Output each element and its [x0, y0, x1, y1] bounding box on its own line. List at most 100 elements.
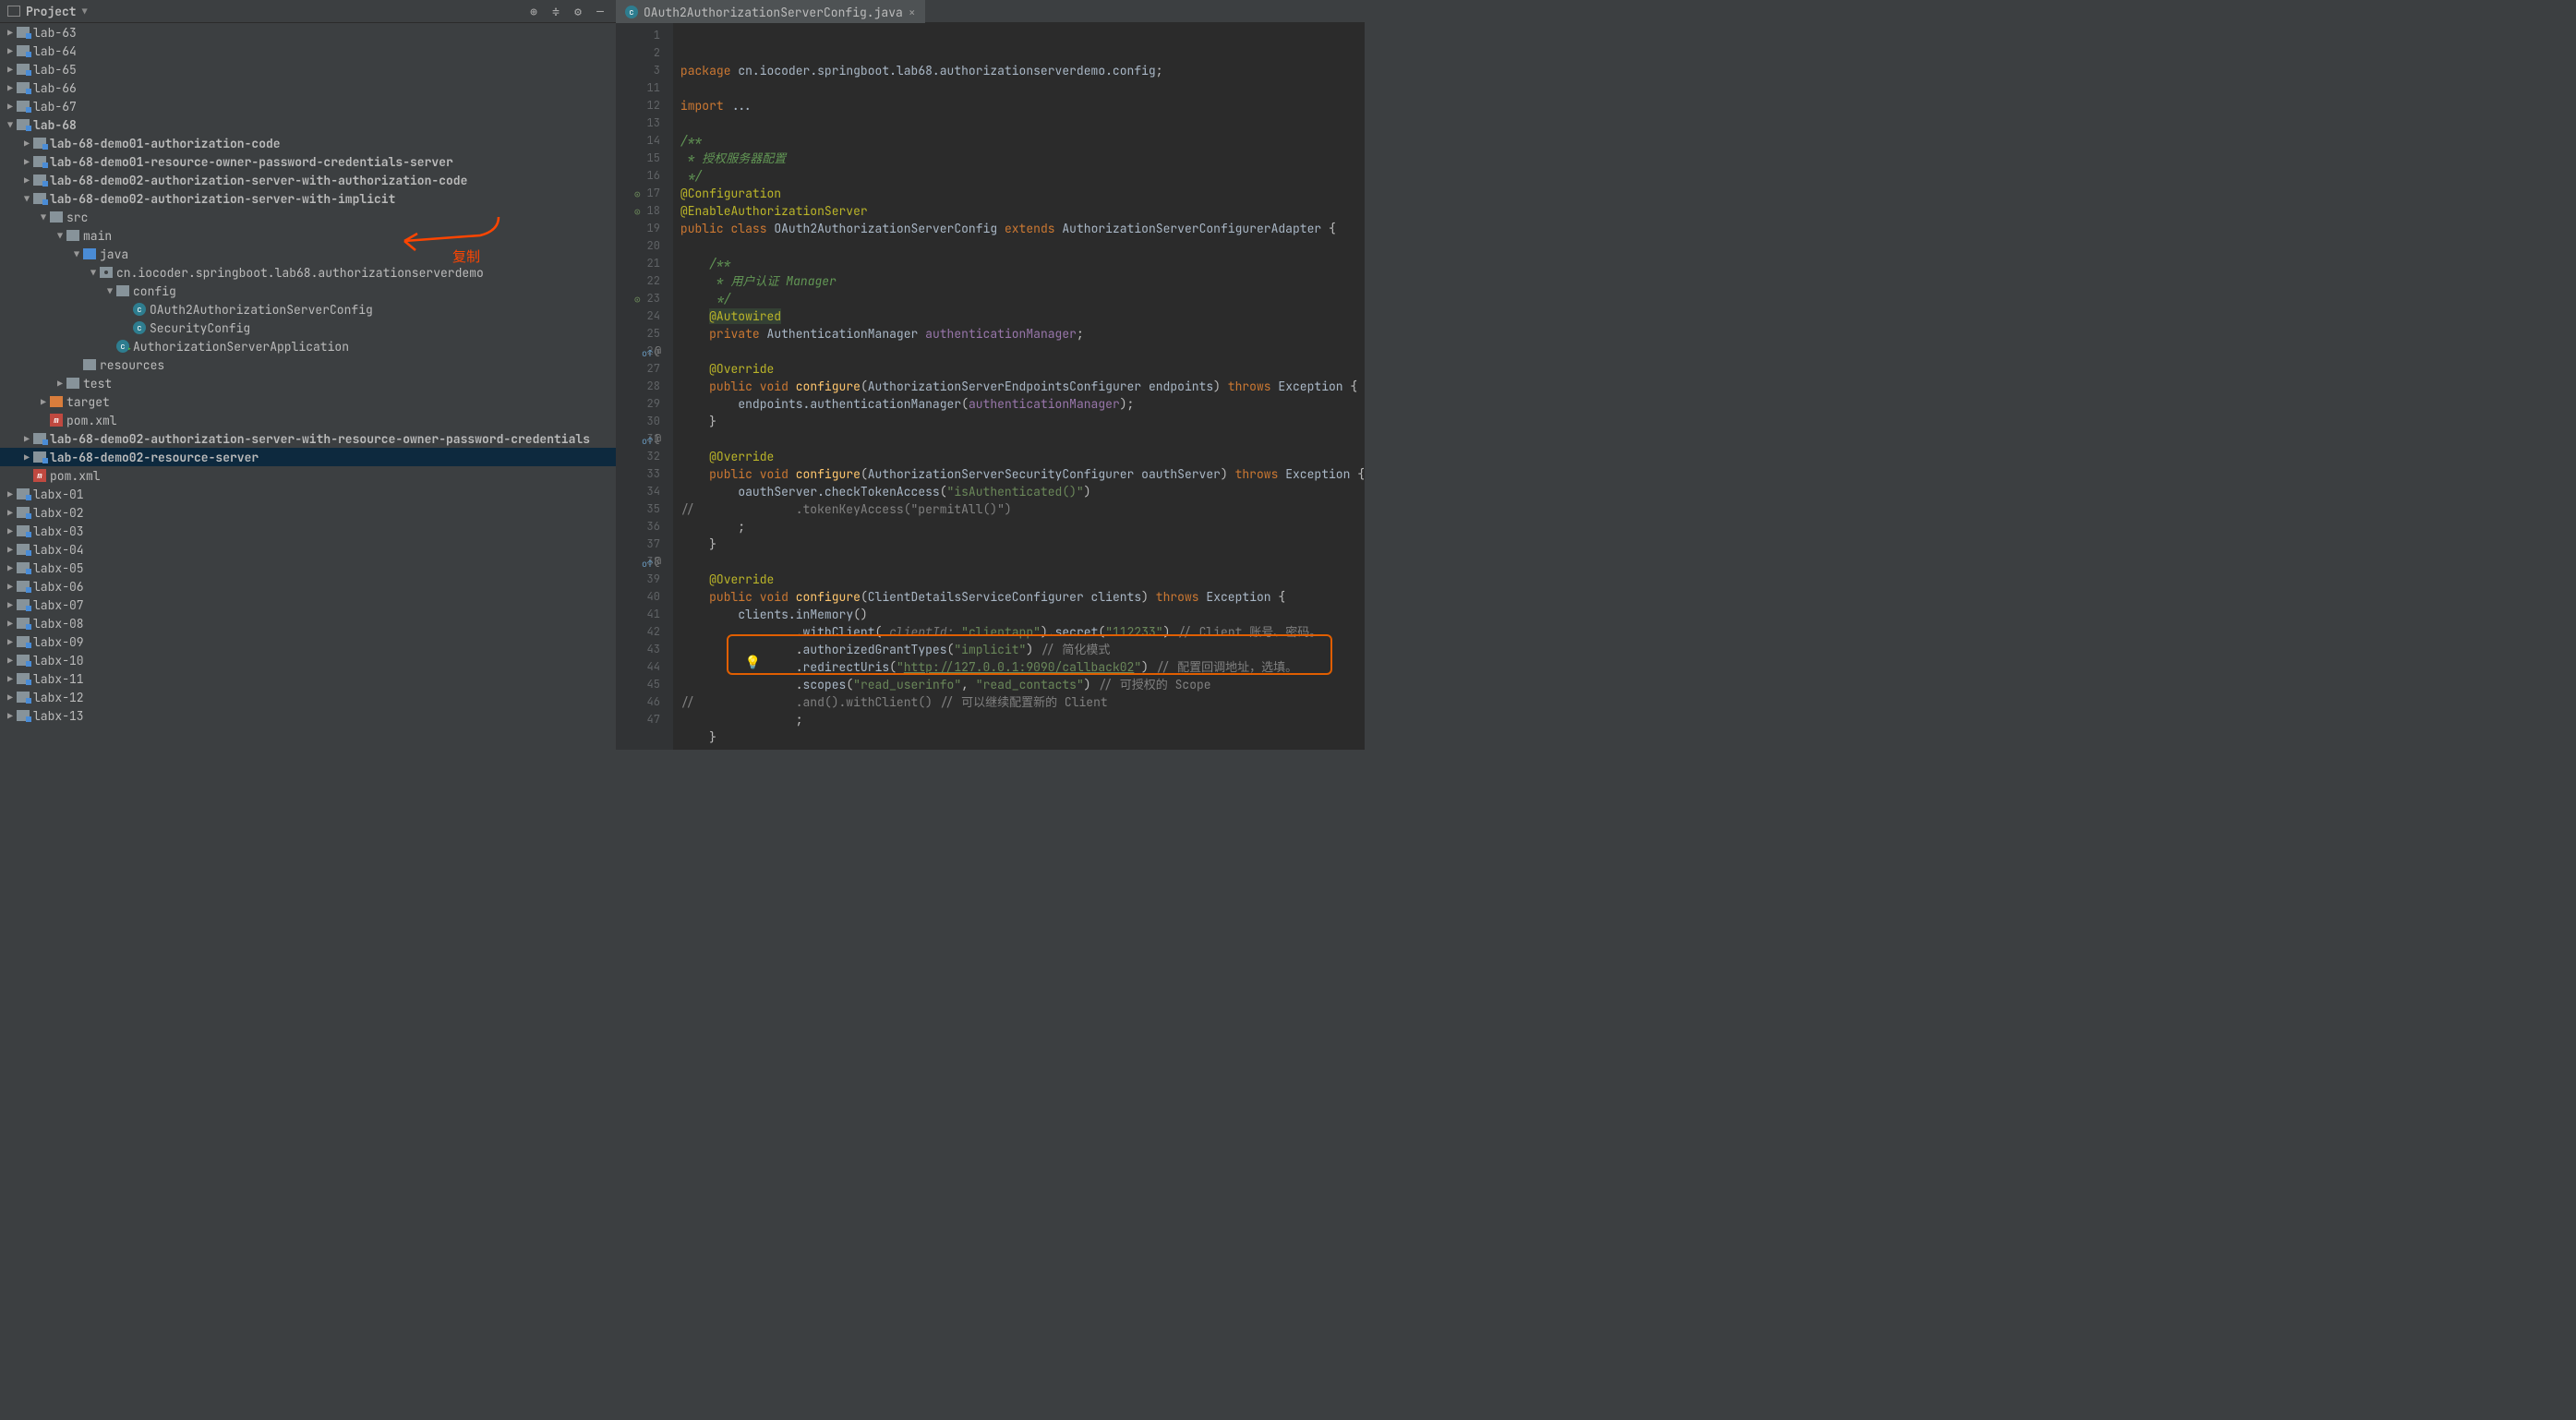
- tree-item[interactable]: ▶lab-65: [0, 60, 616, 78]
- line-number[interactable]: 41: [616, 606, 660, 623]
- code-line[interactable]: }: [680, 413, 1365, 430]
- chevron-right-icon[interactable]: ▶: [4, 101, 17, 113]
- line-number[interactable]: 2: [616, 44, 660, 62]
- code-line[interactable]: package cn.iocoder.springboot.lab68.auth…: [680, 62, 1365, 79]
- chevron-right-icon[interactable]: ▶: [4, 82, 17, 94]
- line-number[interactable]: 30: [616, 413, 660, 430]
- chevron-down-icon[interactable]: ▼: [37, 211, 50, 223]
- chevron-right-icon[interactable]: ▶: [4, 64, 17, 76]
- code-line[interactable]: clients.inMemory(): [680, 606, 1365, 623]
- tree-item[interactable]: ▶labx-04: [0, 540, 616, 559]
- tree-item[interactable]: mpom.xml: [0, 411, 616, 429]
- line-number[interactable]: 13: [616, 114, 660, 132]
- code-line[interactable]: /**: [680, 255, 1365, 272]
- chevron-right-icon[interactable]: ▶: [20, 433, 33, 445]
- chevron-right-icon[interactable]: ▶: [4, 618, 17, 630]
- chevron-right-icon[interactable]: ▶: [4, 525, 17, 537]
- chevron-right-icon[interactable]: ▶: [4, 488, 17, 500]
- hide-icon[interactable]: —: [592, 3, 608, 19]
- chevron-right-icon[interactable]: ▶: [4, 710, 17, 722]
- line-number[interactable]: 27: [616, 360, 660, 378]
- chevron-right-icon[interactable]: ▶: [4, 636, 17, 648]
- tree-item[interactable]: ▶labx-05: [0, 559, 616, 577]
- line-number[interactable]: 21: [616, 255, 660, 272]
- code-editor[interactable]: 12311121314151617⊙18⊙1920212223⊙242526o↑…: [616, 23, 1365, 750]
- tree-item[interactable]: ▶labx-10: [0, 651, 616, 669]
- intention-bulb-icon[interactable]: 💡: [745, 655, 761, 672]
- line-number[interactable]: 22: [616, 272, 660, 290]
- tree-item[interactable]: ▼lab-68: [0, 115, 616, 134]
- line-number[interactable]: 28: [616, 378, 660, 395]
- line-number[interactable]: 19: [616, 220, 660, 237]
- chevron-right-icon[interactable]: ▶: [4, 507, 17, 519]
- code-line[interactable]: public void configure(AuthorizationServe…: [680, 465, 1365, 483]
- line-number[interactable]: 26o↑@: [616, 343, 660, 360]
- code-line[interactable]: [680, 746, 1365, 750]
- tree-item[interactable]: ▶labx-12: [0, 688, 616, 706]
- chevron-down-icon[interactable]: ▼: [20, 193, 33, 205]
- line-number[interactable]: 18⊙: [616, 202, 660, 220]
- code-line[interactable]: private AuthenticationManager authentica…: [680, 325, 1365, 343]
- tree-item[interactable]: ▶lab-68-demo01-resource-owner-password-c…: [0, 152, 616, 171]
- code-line[interactable]: oauthServer.checkTokenAccess("isAuthenti…: [680, 483, 1365, 500]
- tree-item[interactable]: ▶labx-03: [0, 522, 616, 540]
- tree-item[interactable]: ▶labx-01: [0, 485, 616, 503]
- chevron-right-icon[interactable]: ▶: [20, 138, 33, 150]
- chevron-right-icon[interactable]: ▶: [20, 174, 33, 187]
- tree-item[interactable]: ▼java: [0, 245, 616, 263]
- chevron-down-icon[interactable]: ▼: [87, 267, 100, 279]
- settings-icon[interactable]: ⚙: [570, 3, 586, 19]
- code-line[interactable]: .scopes("read_userinfo", "read_contacts"…: [680, 676, 1365, 693]
- code-line[interactable]: @Configuration: [680, 185, 1365, 202]
- line-number[interactable]: 15: [616, 150, 660, 167]
- tree-item[interactable]: cOAuth2AuthorizationServerConfig: [0, 300, 616, 319]
- tree-item[interactable]: ▼config: [0, 282, 616, 300]
- chevron-right-icon[interactable]: ▶: [4, 544, 17, 556]
- tree-item[interactable]: ▶labx-07: [0, 596, 616, 614]
- line-number[interactable]: 3: [616, 62, 660, 79]
- code-line[interactable]: @Override: [680, 360, 1365, 378]
- editor-tab[interactable]: c OAuth2AuthorizationServerConfig.java ×: [616, 0, 925, 24]
- code-line[interactable]: .withClient( clientId: "clientapp").secr…: [680, 623, 1365, 641]
- line-number[interactable]: 29: [616, 395, 660, 413]
- tree-item[interactable]: ▶labx-08: [0, 614, 616, 632]
- chevron-right-icon[interactable]: ▶: [54, 378, 66, 390]
- code-line[interactable]: .redirectUris("http://127.0.0.1:9090/cal…: [680, 658, 1365, 676]
- line-number[interactable]: 12: [616, 97, 660, 114]
- tree-item[interactable]: ▶lab-67: [0, 97, 616, 115]
- code-line[interactable]: [680, 553, 1365, 571]
- chevron-down-icon[interactable]: ▼: [54, 230, 66, 242]
- code-line[interactable]: @Override: [680, 448, 1365, 465]
- chevron-down-icon[interactable]: ▼: [70, 248, 83, 260]
- line-number[interactable]: 25: [616, 325, 660, 343]
- tree-item[interactable]: ▶labx-02: [0, 503, 616, 522]
- tree-item[interactable]: ▶target: [0, 392, 616, 411]
- chevron-down-icon[interactable]: ▼: [82, 6, 88, 18]
- tree-item[interactable]: ▶labx-13: [0, 706, 616, 725]
- chevron-right-icon[interactable]: ▶: [4, 673, 17, 685]
- tree-item[interactable]: ▶lab-68-demo02-authorization-server-with…: [0, 429, 616, 448]
- line-number[interactable]: 42: [616, 623, 660, 641]
- tree-item[interactable]: ▶lab-68-demo02-authorization-server-with…: [0, 171, 616, 189]
- code-line[interactable]: public class OAuth2AuthorizationServerCo…: [680, 220, 1365, 237]
- line-number[interactable]: 43: [616, 641, 660, 658]
- line-number[interactable]: 32: [616, 448, 660, 465]
- tree-item[interactable]: ▶labx-06: [0, 577, 616, 596]
- tree-item[interactable]: ▼src: [0, 208, 616, 226]
- code-line[interactable]: * 授权服务器配置: [680, 150, 1365, 167]
- line-number[interactable]: 47: [616, 711, 660, 728]
- expand-icon[interactable]: ≑: [548, 3, 564, 19]
- code-line[interactable]: }: [680, 728, 1365, 746]
- tree-item[interactable]: ▶lab-68-demo01-authorization-code: [0, 134, 616, 152]
- line-number[interactable]: 46: [616, 693, 660, 711]
- code-line[interactable]: [680, 343, 1365, 360]
- code-line[interactable]: // .tokenKeyAccess("permitAll()"): [680, 500, 1365, 518]
- chevron-right-icon[interactable]: ▶: [4, 27, 17, 39]
- line-number[interactable]: 44: [616, 658, 660, 676]
- line-number[interactable]: 14: [616, 132, 660, 150]
- line-number[interactable]: 38o↑@: [616, 553, 660, 571]
- code-line[interactable]: [680, 79, 1365, 97]
- project-label[interactable]: Project: [26, 4, 77, 19]
- line-number[interactable]: 23⊙: [616, 290, 660, 307]
- line-number[interactable]: 1: [616, 27, 660, 44]
